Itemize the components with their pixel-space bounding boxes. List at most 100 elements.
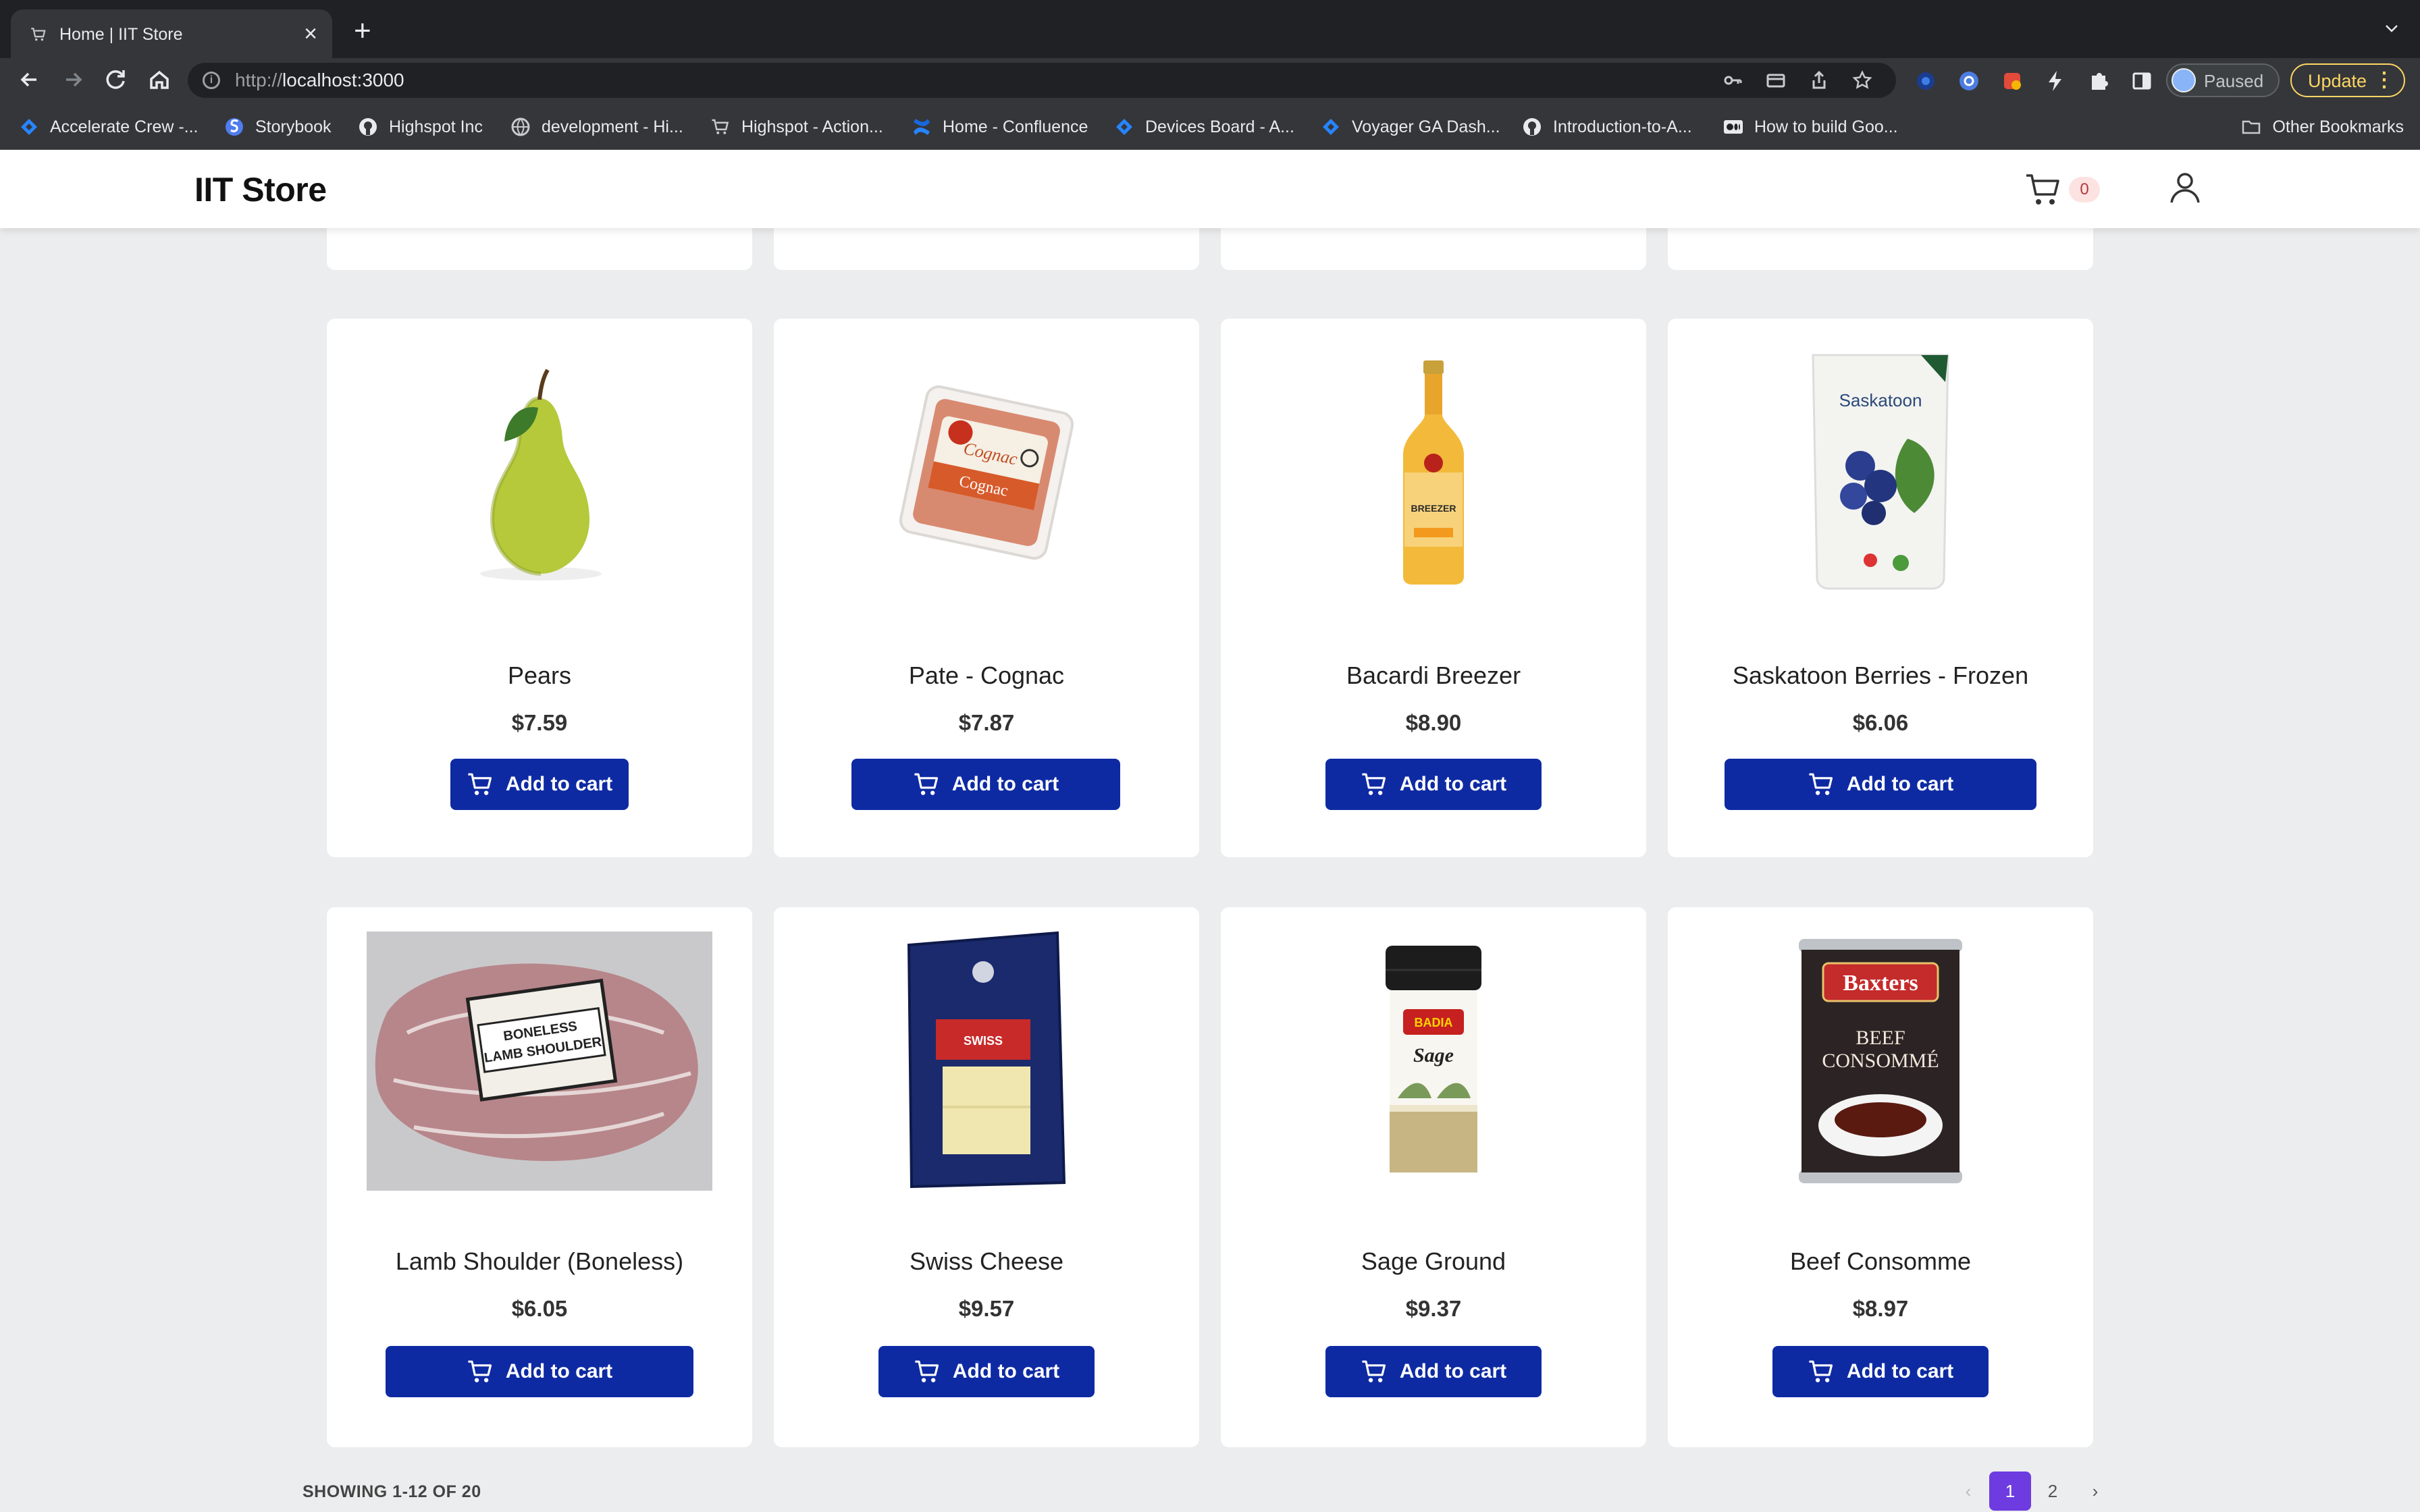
key-icon[interactable] (1722, 70, 1743, 91)
product-price: $6.06 (1852, 710, 1909, 735)
product-name[interactable]: Swiss Cheese (774, 1247, 1199, 1276)
tab-title: Home | IIT Store (59, 25, 183, 44)
product-price: $9.57 (958, 1296, 1015, 1321)
bookmark-item[interactable]: Home - Confluence (912, 115, 1088, 139)
side-panel-icon[interactable] (2128, 68, 2155, 94)
jira-icon (1321, 117, 1341, 137)
pagination-page-2[interactable]: 2 (2034, 1472, 2072, 1511)
extension-bolt-icon[interactable] (2042, 68, 2069, 94)
product-price: $8.90 (1405, 710, 1462, 735)
update-label: Update (2308, 71, 2367, 91)
extension-red-icon[interactable] (1999, 68, 2026, 94)
product-card[interactable]: Cognac Cognac Pate - Cognac $7.87 Add to… (774, 319, 1199, 857)
product-name[interactable]: Pears (327, 662, 752, 690)
add-to-cart-button[interactable]: Add to cart (386, 1346, 693, 1397)
add-to-cart-button[interactable]: Add to cart (1325, 1346, 1542, 1397)
cart-icon (1809, 773, 1833, 795)
user-account-icon[interactable] (2166, 169, 2204, 207)
profile-button[interactable]: Paused (2166, 63, 2280, 97)
product-image-pear[interactable] (363, 343, 716, 602)
cart-icon (915, 1360, 939, 1382)
product-card[interactable]: Saskatoon Saskatoon Berries - Frozen $6.… (1668, 319, 2093, 857)
extension-at-icon[interactable] (1955, 68, 1982, 94)
share-icon[interactable] (1808, 70, 1830, 91)
card-icon[interactable] (1765, 70, 1787, 91)
jira-icon (19, 117, 39, 137)
add-to-cart-button[interactable]: Add to cart (1772, 1346, 1989, 1397)
home-icon[interactable] (143, 63, 176, 96)
address-bar[interactable]: i http://localhost:3000 (188, 63, 1896, 98)
product-name[interactable]: Saskatoon Berries - Frozen (1668, 662, 2093, 690)
extension-blue-icon[interactable] (1912, 68, 1939, 94)
back-arrow-icon[interactable] (14, 63, 46, 96)
product-name[interactable]: Beef Consomme (1668, 1247, 2093, 1276)
browser-toolbar: i http://localhost:3000 Paused Update ⋮ (0, 58, 2420, 103)
product-image-saskatoon[interactable]: Saskatoon (1704, 343, 2057, 602)
cart-icon (1362, 1360, 1386, 1382)
add-to-cart-button[interactable]: Add to cart (1325, 759, 1542, 810)
github-icon (1522, 117, 1542, 137)
extensions-puzzle-icon[interactable] (2085, 68, 2112, 94)
pagination-prev-icon[interactable]: ‹ (1951, 1472, 1985, 1511)
bookmark-item[interactable]: Highspot - Action... (710, 115, 883, 139)
product-card[interactable]: BREEZER Bacardi Breezer $8.90 Add to car… (1221, 319, 1646, 857)
bookmark-item[interactable]: Devices Board - A... (1114, 115, 1294, 139)
cart-icon (710, 117, 731, 137)
product-image-pate[interactable]: Cognac Cognac (810, 343, 1163, 602)
cart-favicon-icon (30, 26, 47, 43)
pagination-next-icon[interactable]: › (2078, 1472, 2112, 1511)
product-card[interactable]: Pears $7.59 Add to cart (327, 319, 752, 857)
bookmark-item[interactable]: development - Hi... (510, 115, 683, 139)
bookmark-item[interactable]: Introduction-to-A... (1522, 115, 1692, 139)
bookmark-item[interactable]: Voyager GA Dash... (1321, 115, 1500, 139)
bookmark-item[interactable]: Accelerate Crew -... (19, 115, 199, 139)
bookmark-item[interactable]: Storybook (224, 115, 332, 139)
browser-tab-bar: Home | IIT Store × + (0, 0, 2420, 58)
product-image-swiss-cheese[interactable]: SWISS (810, 932, 1163, 1191)
url-text[interactable]: http://localhost:3000 (235, 70, 404, 91)
update-button[interactable]: Update ⋮ (2290, 63, 2405, 97)
bookmark-item[interactable]: How to build Goo... (1723, 115, 1898, 139)
product-card[interactable]: BADIA Sage Sage Ground $9.37 Add to cart (1221, 907, 1646, 1447)
browser-tab[interactable]: Home | IIT Store × (11, 9, 332, 58)
folder-icon (2241, 117, 2261, 137)
shopping-cart-icon[interactable] (2024, 171, 2062, 208)
product-card[interactable]: SWISS Swiss Cheese $9.57 Add to cart (774, 907, 1199, 1447)
product-card[interactable]: Baxters BEEF CONSOMMÉ Beef Consomme $8.9… (1668, 907, 2093, 1447)
cart-icon (468, 773, 492, 795)
bookmarks-bar: Accelerate Crew -... Storybook Highspot … (0, 103, 2420, 150)
product-name[interactable]: Sage Ground (1221, 1247, 1646, 1276)
add-to-cart-button[interactable]: Add to cart (851, 759, 1120, 810)
product-image-lamb[interactable]: BONELESS LAMB SHOULDER (363, 932, 716, 1191)
product-image-breezer[interactable]: BREEZER (1257, 343, 1610, 602)
tab-close-icon[interactable]: × (304, 22, 317, 46)
add-to-cart-button[interactable]: Add to cart (1725, 759, 2036, 810)
bookmark-star-icon[interactable] (1851, 70, 1873, 91)
more-menu-icon[interactable]: ⋮ (2374, 69, 2394, 92)
site-info-icon[interactable]: i (203, 72, 220, 89)
jira-icon (1114, 117, 1134, 137)
store-logo[interactable]: IIT Store (194, 170, 327, 209)
bookmark-item[interactable]: Highspot Inc (358, 115, 483, 139)
other-bookmarks[interactable]: Other Bookmarks (2241, 115, 2404, 139)
add-to-cart-button[interactable]: Add to cart (450, 759, 629, 810)
forward-arrow-icon[interactable] (57, 63, 89, 96)
cart-count-badge: 0 (2069, 177, 2100, 202)
product-image-sage[interactable]: BADIA Sage (1257, 932, 1610, 1191)
product-image-beef-consomme[interactable]: Baxters BEEF CONSOMMÉ (1704, 932, 2057, 1191)
new-tab-icon[interactable]: + (354, 16, 371, 46)
reload-icon[interactable] (100, 63, 132, 96)
product-name[interactable]: Bacardi Breezer (1221, 662, 1646, 690)
svg-text:BREEZER: BREEZER (1411, 503, 1456, 514)
product-name[interactable]: Pate - Cognac (774, 662, 1199, 690)
pagination-page-1[interactable]: 1 (1989, 1472, 2031, 1511)
product-price: $7.59 (511, 710, 568, 735)
svg-text:Saskatoon: Saskatoon (1839, 390, 1922, 410)
cart-icon (468, 1360, 492, 1382)
svg-text:Sage: Sage (1413, 1044, 1454, 1066)
github-icon (358, 117, 378, 137)
tab-search-chevron-icon[interactable] (2384, 20, 2400, 36)
product-name[interactable]: Lamb Shoulder (Boneless) (327, 1247, 752, 1276)
product-card[interactable]: BONELESS LAMB SHOULDER Lamb Shoulder (Bo… (327, 907, 752, 1447)
add-to-cart-button[interactable]: Add to cart (878, 1346, 1095, 1397)
